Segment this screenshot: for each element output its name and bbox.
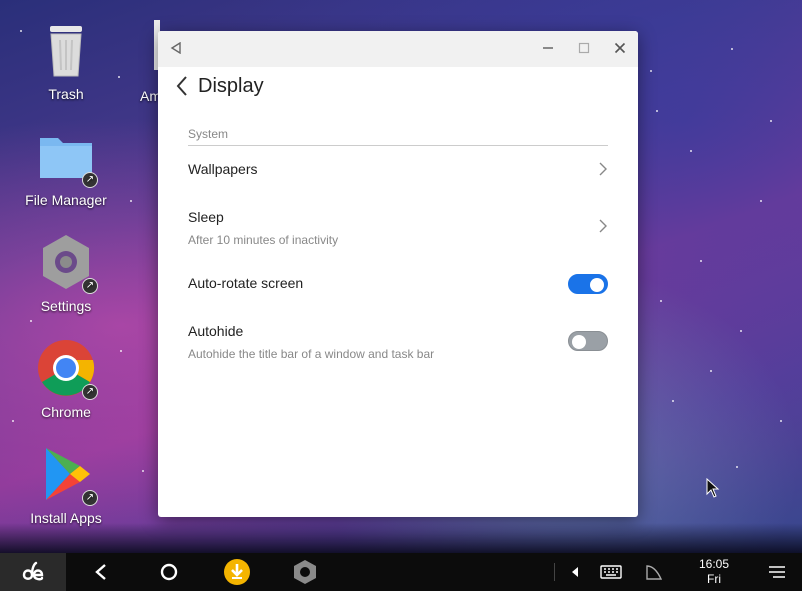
desktop-icon-partial[interactable]: Am [140,20,161,110]
settings-gear-icon: ↗ [36,232,98,294]
row-subtitle: After 10 minutes of inactivity [188,233,339,247]
auto-rotate-row: Auto-rotate screen [188,274,608,297]
row-subtitle: Autohide the title bar of a window and t… [188,347,435,361]
window-titlebar[interactable] [158,31,638,67]
desktop-icon-label: Settings [40,298,92,314]
keyboard-icon [600,565,622,579]
shortcut-arrow-icon: ↗ [82,278,98,294]
play-store-icon: ↗ [36,444,98,506]
section-header: System [188,127,229,141]
section-divider [188,145,608,146]
display-settings-window: Display System Wallpapers Sleep After 10… [158,31,638,517]
chevron-right-icon [599,219,607,233]
wallpapers-row[interactable]: Wallpapers [188,161,608,181]
taskbar: 16:05 Fri [0,553,802,591]
toggle-knob [590,278,604,292]
tray-expand-button[interactable] [566,553,584,591]
page-back-button[interactable]: Display [170,73,264,99]
desktop-icon-file-manager[interactable]: ↗ File Manager [21,126,111,208]
desktop-icon-chrome[interactable]: ↗ Chrome [21,338,111,420]
keyboard-button[interactable] [598,553,624,591]
menu-lines-icon [769,566,785,578]
taskbar-separator [554,563,555,581]
chevron-left-icon [176,76,187,96]
shortcut-arrow-icon: ↗ [82,172,98,188]
notifications-button[interactable] [764,553,790,591]
taskbar-settings-app[interactable] [290,553,320,591]
shortcut-arrow-icon: ↗ [82,384,98,400]
row-title: Wallpapers [188,161,258,177]
back-arrow-icon [95,564,106,580]
desktop-icon-label: Install Apps [30,510,102,526]
chrome-icon: ↗ [36,338,98,400]
chevron-right-icon [599,162,607,176]
auto-rotate-toggle[interactable] [568,274,608,294]
desktop-icon-install-apps[interactable]: ↗ Install Apps [21,444,111,526]
taskbar-clock[interactable]: 16:05 Fri [690,557,738,587]
desktop-icon-label: Trash [48,86,84,102]
taskbar-download-app[interactable] [220,553,254,591]
wallpaper-horizon [0,523,802,553]
window-back-icon[interactable] [166,39,186,59]
trash-icon [36,20,96,80]
nav-home-button[interactable] [154,553,184,591]
clock-day: Fri [707,572,721,586]
desktop-icon-settings[interactable]: ↗ Settings [21,232,111,314]
row-title: Auto-rotate screen [188,275,304,291]
minimize-icon[interactable] [538,39,558,59]
shortcut-arrow-icon: ↗ [82,490,98,506]
signal-icon [646,565,663,580]
page-title: Display [198,74,264,97]
os-logo-icon [22,561,44,581]
caret-left-icon [572,567,578,577]
desktop-icon-label: Chrome [41,404,91,420]
folder-icon: ↗ [36,126,98,188]
autohide-toggle[interactable] [568,331,608,351]
home-circle-icon [160,563,178,581]
signal-button[interactable] [642,553,666,591]
row-title: Sleep [188,209,224,225]
nav-back-button[interactable] [86,553,116,591]
clock-time: 16:05 [698,557,730,571]
toggle-knob [572,335,586,349]
autohide-row: Autohide Autohide the title bar of a win… [188,323,608,361]
sleep-row[interactable]: Sleep After 10 minutes of inactivity [188,209,608,247]
maximize-icon[interactable] [574,39,594,59]
close-icon[interactable] [610,39,630,59]
settings-gear-icon [294,560,316,584]
desktop-icon-label: File Manager [25,192,107,208]
desktop-icon-trash[interactable]: Trash [21,20,111,102]
row-title: Autohide [188,323,244,339]
mouse-cursor-icon [706,478,720,498]
download-icon [224,559,250,585]
start-menu-button[interactable] [0,553,66,591]
